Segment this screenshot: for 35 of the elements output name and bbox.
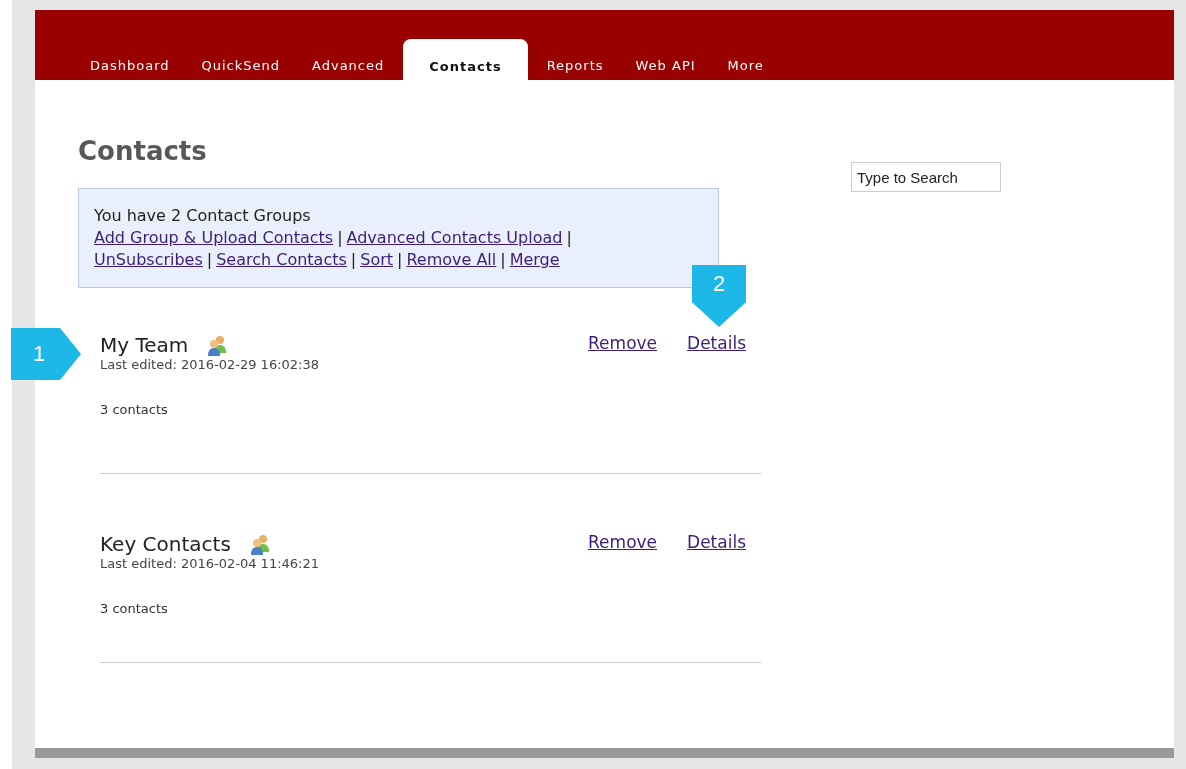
action-link[interactable]: UnSubscribes (94, 250, 203, 269)
link-separator: | (500, 250, 506, 269)
last-edited-text: Last edited: 2016-02-04 11:46:21 (100, 556, 319, 571)
link-separator: | (206, 250, 213, 269)
action-link[interactable]: Merge (509, 250, 560, 269)
group-action-link[interactable]: Remove (588, 532, 658, 571)
action-link[interactable]: Search Contacts (216, 250, 347, 269)
nav-tab[interactable]: Web API (622, 58, 709, 80)
contact-count: 3 contacts (100, 402, 169, 417)
last-edited-text: Last edited: 2016-02-29 16:02:38 (100, 357, 319, 372)
page-title: Contacts (78, 136, 208, 166)
action-link[interactable]: Sort (360, 250, 393, 269)
nav-tab[interactable]: More (714, 58, 777, 80)
people-icon (206, 334, 229, 356)
people-icon (248, 533, 271, 555)
group-name: My Team (100, 333, 189, 357)
group-action-link[interactable]: Details (687, 532, 746, 571)
action-link[interactable]: Advanced Contacts Upload (346, 228, 563, 247)
nav-tab[interactable]: Dashboard (77, 58, 183, 80)
group-name: Key Contacts (100, 532, 231, 556)
group-action-link[interactable]: Remove (588, 333, 658, 372)
link-separator: | (397, 250, 403, 269)
group-count-text: You have 2 Contact Groups (94, 205, 312, 227)
action-link[interactable]: Add Group & Upload Contacts (94, 228, 334, 247)
link-separator: | (350, 250, 357, 269)
action-link[interactable]: Remove All (406, 250, 497, 269)
nav-tab[interactable]: Contacts (403, 39, 528, 80)
link-separator: | (566, 228, 572, 247)
nav-tab[interactable]: QuickSend (188, 58, 294, 80)
search-field[interactable]: Type to Search (851, 162, 1001, 192)
contact-count: 3 contacts (100, 601, 169, 616)
group-action-link[interactable]: Details (687, 333, 746, 372)
nav-tab[interactable]: Advanced (299, 58, 398, 80)
link-separator: | (337, 228, 343, 247)
nav-tab[interactable]: Reports (533, 58, 617, 80)
